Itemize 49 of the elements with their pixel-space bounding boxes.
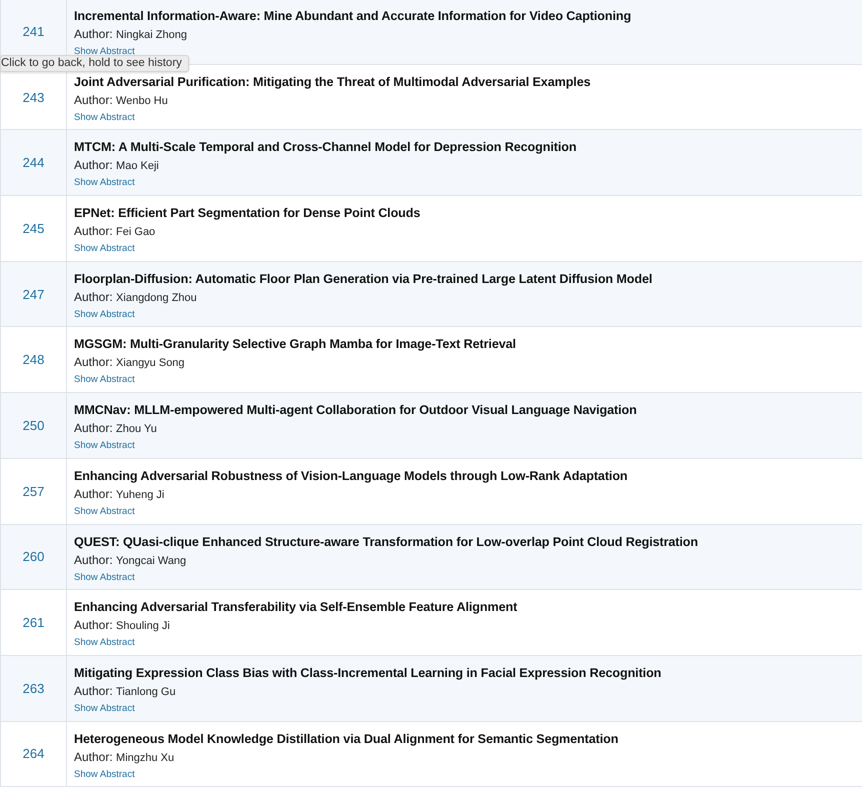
paper-title: Mitigating Expression Class Bias with Class-Incremental Learning in Facial Expression Recognition [74,664,662,682]
paper-number: 264 [22,746,44,762]
paper-number: 247 [22,286,44,302]
paper-number: 241 [22,24,44,39]
author-line: Author: Xiangyu Song [74,354,186,372]
show-abstract-link[interactable]: Show Abstract [74,308,135,321]
author-line: Author: Ningkai Zhong [74,26,188,43]
author-line: Author: Mingzhu Xu [74,748,176,766]
paper-title: QUEST: QUasi-clique Enhanced Structure-aware Transformation for Low-overlap Point Cloud Registration [74,534,699,550]
paper-title: MGSGM: Multi-Granularity Selective Graph Mamba for Image-Text Retrieval [74,336,517,354]
author-line: Author: Shouling Ji [74,617,171,634]
show-abstract-link[interactable]: Show Abstract [74,768,135,781]
tooltip: Click to go back, hold to see history [0,55,189,72]
show-abstract-link[interactable]: Show Abstract [74,45,135,58]
paper-number: 244 [22,155,44,170]
paper-number: 257 [22,484,44,499]
author-line: Author: Mao Keji [74,157,160,174]
paper-number: 263 [22,680,44,696]
paper-title: EPNet: Efficient Part Segmentation for Dense Point Clouds [74,205,422,222]
paper-title: Floorplan-Diffusion: Automatic Floor Plan Generation via Pre-trained Large Latent Diffusion Model [74,270,654,288]
author-line: Author: Wenbo Hu [74,92,169,109]
show-abstract-link[interactable]: Show Abstract [74,439,135,452]
paper-number: 243 [22,90,44,105]
show-abstract-link[interactable]: Show Abstract [74,110,135,124]
show-abstract-link[interactable]: Show Abstract [74,570,135,584]
author-line: Author: Zhou Yu [74,420,158,438]
author-line: Author: Yongcai Wang [74,552,188,568]
author-line: Author: Yuheng Ji [74,486,166,503]
paper-number: 248 [22,352,44,368]
paper-number: 261 [22,615,44,630]
paper-title: Enhancing Adversarial Robustness of Vision-Language Models through Low-Rank Adaptation [74,468,629,485]
paper-number: 245 [22,220,44,236]
author-line: Author: Xiangdong Zhou [74,288,198,306]
show-abstract-link[interactable]: Show Abstract [74,176,135,190]
paper-number: 250 [22,418,44,433]
paper-number: 260 [22,549,44,564]
show-abstract-link[interactable]: Show Abstract [74,504,135,518]
author-line: Author: Tianlong Gu [74,682,177,700]
paper-title: Enhancing Adversarial Transferability via Self-Ensemble Feature Alignment [74,599,518,616]
paper-title: MTCM: A Multi-Scale Temporal and Cross-Channel Model for Depression Recognition [74,139,578,156]
show-abstract-link[interactable]: Show Abstract [74,373,135,386]
paper-title: Incremental Information-Aware: Mine Abundant and Accurate Information for Video Captioning [74,8,632,25]
show-abstract-link[interactable]: Show Abstract [74,702,135,715]
paper-title: Heterogeneous Model Knowledge Distillation via Dual Alignment for Semantic Segmentation [74,730,620,748]
show-abstract-link[interactable]: Show Abstract [74,636,135,650]
show-abstract-link[interactable]: Show Abstract [74,242,135,256]
author-line: Author: Fei Gao [74,223,156,240]
paper-title: Joint Adversarial Purification: Mitigating the Threat of Multimodal Adversarial Examples [74,74,592,91]
paper-title: MMCNav: MLLM-empowered Multi-agent Collaboration for Outdoor Visual Language Navigation [74,402,638,420]
